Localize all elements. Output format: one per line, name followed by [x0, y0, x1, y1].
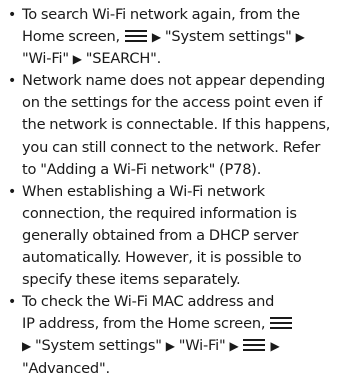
note-line: Home screen, ▶ "System settings" ▶	[22, 26, 336, 48]
note-search-wifi: • To search Wi-Fi network again, from th…	[6, 4, 336, 70]
note-line: to "Adding a Wi-Fi network" (P78).	[22, 160, 262, 178]
bullet-icon: •	[8, 294, 17, 311]
note-dhcp: • When establishing a Wi-Fi network conn…	[6, 181, 336, 291]
note-line: To search Wi-Fi network again, from the	[22, 6, 300, 23]
note-line: IP address, from the Home screen,	[22, 313, 336, 335]
note-line: "Advanced".	[22, 359, 110, 377]
note-network-name: • Network name does not appear depending…	[6, 70, 336, 180]
note-text: "Wi-Fi"	[22, 50, 69, 68]
note-text: "SEARCH".	[85, 50, 162, 68]
note-line: When establishing a Wi-Fi network	[22, 182, 265, 200]
bullet-icon: •	[8, 183, 17, 200]
note-line: the network is connectable. If this happ…	[22, 116, 331, 134]
menu-icon	[270, 317, 293, 330]
arrow-right-icon: ▶	[270, 339, 280, 354]
note-text: Home screen,	[22, 28, 124, 46]
bullet-icon: •	[8, 73, 17, 90]
arrow-right-icon: ▶	[72, 52, 82, 67]
arrow-right-icon: ▶	[165, 339, 175, 354]
notes-document: • To search Wi-Fi network again, from th…	[6, 4, 336, 380]
note-line: generally obtained from a DHCP server	[22, 226, 299, 244]
notes-list: • To search Wi-Fi network again, from th…	[6, 4, 336, 380]
note-line: "Wi-Fi" ▶ "SEARCH".	[22, 48, 336, 70]
note-line: specify these items separately.	[22, 271, 241, 289]
arrow-right-icon: ▶	[22, 339, 32, 354]
menu-icon	[243, 339, 266, 352]
arrow-right-icon: ▶	[295, 30, 305, 45]
note-line: you can still connect to the network. Re…	[22, 138, 321, 156]
note-line: on the settings for the access point eve…	[22, 94, 323, 112]
note-mac-address: • To check the Wi-Fi MAC address and IP …	[6, 291, 336, 379]
arrow-right-icon: ▶	[151, 30, 161, 45]
note-text: "System settings"	[164, 28, 292, 46]
arrow-right-icon: ▶	[229, 339, 239, 354]
menu-icon	[124, 30, 147, 43]
note-line: connection, the required information is	[22, 204, 297, 222]
note-text: IP address, from the Home screen,	[22, 315, 270, 333]
bullet-icon: •	[8, 7, 17, 23]
note-line: To check the Wi-Fi MAC address and	[22, 293, 275, 311]
note-line: ▶ "System settings" ▶ "Wi-Fi" ▶ ▶	[22, 335, 336, 357]
note-line: Network name does not appear depending	[22, 72, 326, 90]
note-line: automatically. However, it is possible t…	[22, 249, 302, 267]
